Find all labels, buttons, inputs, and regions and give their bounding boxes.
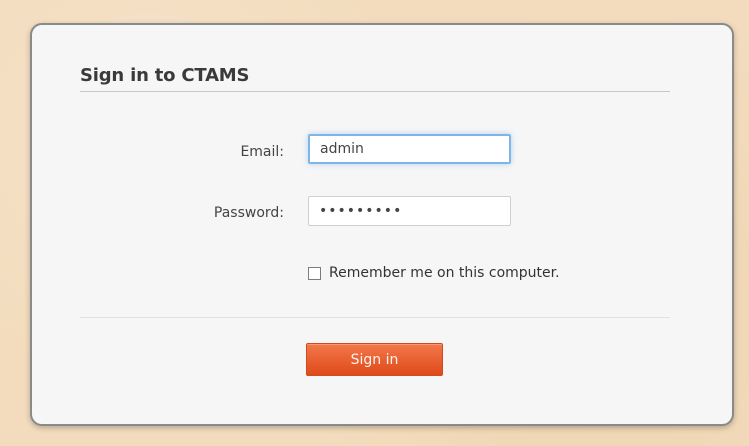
password-label: Password: (213, 205, 284, 221)
remember-me-checkbox[interactable] (308, 266, 321, 280)
title-divider (80, 91, 670, 92)
password-field[interactable]: ••••••••• (308, 196, 511, 226)
email-label: Email: (240, 144, 284, 160)
sign-in-card: Sign in to CTAMS Email: admin Password: … (30, 23, 734, 426)
page-title: Sign in to CTAMS (80, 65, 250, 86)
remember-me-option[interactable]: Remember me on this computer. (308, 265, 560, 281)
sign-in-button[interactable]: Sign in (306, 343, 443, 376)
email-field[interactable]: admin (308, 134, 511, 164)
remember-me-label: Remember me on this computer. (329, 265, 560, 281)
email-value: admin (320, 141, 364, 157)
sign-in-button-label: Sign in (350, 351, 399, 368)
form-divider (80, 317, 670, 318)
password-value: ••••••••• (319, 203, 403, 219)
